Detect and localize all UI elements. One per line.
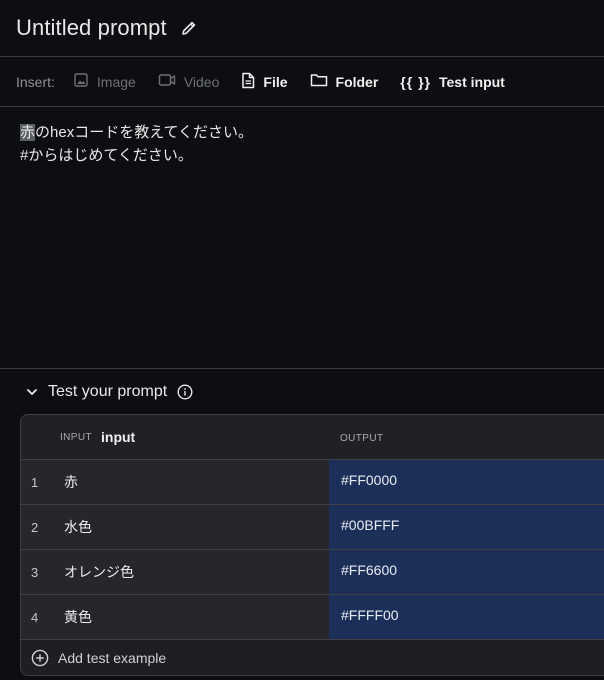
add-test-example-label: Add test example xyxy=(58,649,167,666)
insert-image-button[interactable]: Image xyxy=(73,72,136,91)
insert-test-input-label: Test input xyxy=(438,73,505,90)
insert-video-label: Video xyxy=(183,73,220,90)
input-cell[interactable]: オレンジ色 xyxy=(53,550,329,594)
insert-video-button[interactable]: Video xyxy=(158,72,220,91)
chevron-down-icon[interactable] xyxy=(26,386,38,398)
insert-label: Insert: xyxy=(16,73,55,90)
test-section-header: Test your prompt xyxy=(20,370,604,414)
output-column-header: OUTPUT xyxy=(329,428,384,446)
test-table: INPUT input OUTPUT 1 赤 #FF0000 2 水色 #00B… xyxy=(20,414,604,676)
insert-image-label: Image xyxy=(96,73,136,90)
row-number: 2 xyxy=(21,505,53,549)
prompt-line-2: #からはじめてください。 xyxy=(20,147,193,164)
output-cell[interactable]: #FFFF00 xyxy=(329,595,604,639)
add-circle-icon xyxy=(31,649,49,667)
insert-toolbar: Insert: Image Video File Folder {{ }} Te… xyxy=(0,57,604,107)
row-number: 3 xyxy=(21,550,53,594)
insert-test-input-button[interactable]: {{ }} Test input xyxy=(400,74,505,90)
row-number: 1 xyxy=(21,460,53,504)
input-cell[interactable]: 水色 xyxy=(53,505,329,549)
input-variable-name[interactable]: input xyxy=(101,429,135,445)
prompt-line-1: 赤のhexコードを教えてください。 xyxy=(20,121,584,144)
row-number: 4 xyxy=(21,595,53,639)
input-cell[interactable]: 黄色 xyxy=(53,595,329,639)
table-row[interactable]: 2 水色 #00BFFF xyxy=(21,505,604,550)
image-icon xyxy=(73,72,89,91)
output-column-caption: OUTPUT xyxy=(340,433,384,444)
test-section: Test your prompt INPUT input OUTPUT 1 赤 … xyxy=(20,370,604,676)
pencil-icon[interactable] xyxy=(181,20,197,36)
insert-file-button[interactable]: File xyxy=(241,72,288,92)
table-row[interactable]: 1 赤 #FF0000 xyxy=(21,460,604,505)
table-header: INPUT input OUTPUT xyxy=(21,415,604,460)
insert-folder-button[interactable]: Folder xyxy=(310,72,379,91)
insert-folder-label: Folder xyxy=(335,73,379,90)
file-icon xyxy=(241,72,255,92)
video-icon xyxy=(158,72,176,91)
table-row[interactable]: 4 黄色 #FFFF00 xyxy=(21,595,604,640)
prompt-line-1-rest: のhexコードを教えてください。 xyxy=(35,124,254,141)
output-cell[interactable]: #00BFFF xyxy=(329,505,604,549)
braces-icon: {{ }} xyxy=(400,73,431,90)
output-cell[interactable]: #FF6600 xyxy=(329,550,604,594)
input-cell[interactable]: 赤 xyxy=(53,460,329,504)
header: Untitled prompt xyxy=(0,0,604,57)
folder-icon xyxy=(310,72,328,91)
insert-file-label: File xyxy=(263,73,288,90)
page-title[interactable]: Untitled prompt xyxy=(16,15,167,41)
selected-text: 赤 xyxy=(20,124,36,141)
prompt-editor[interactable]: 赤のhexコードを教えてください。 #からはじめてください。 xyxy=(0,107,604,369)
add-test-example-button[interactable]: Add test example xyxy=(21,640,604,675)
output-cell[interactable]: #FF0000 xyxy=(329,460,604,504)
table-row[interactable]: 3 オレンジ色 #FF6600 xyxy=(21,550,604,595)
test-section-title: Test your prompt xyxy=(48,383,168,400)
info-icon[interactable] xyxy=(177,384,193,400)
input-column-caption: INPUT xyxy=(60,431,92,443)
input-column-header[interactable]: INPUT input xyxy=(21,429,329,445)
